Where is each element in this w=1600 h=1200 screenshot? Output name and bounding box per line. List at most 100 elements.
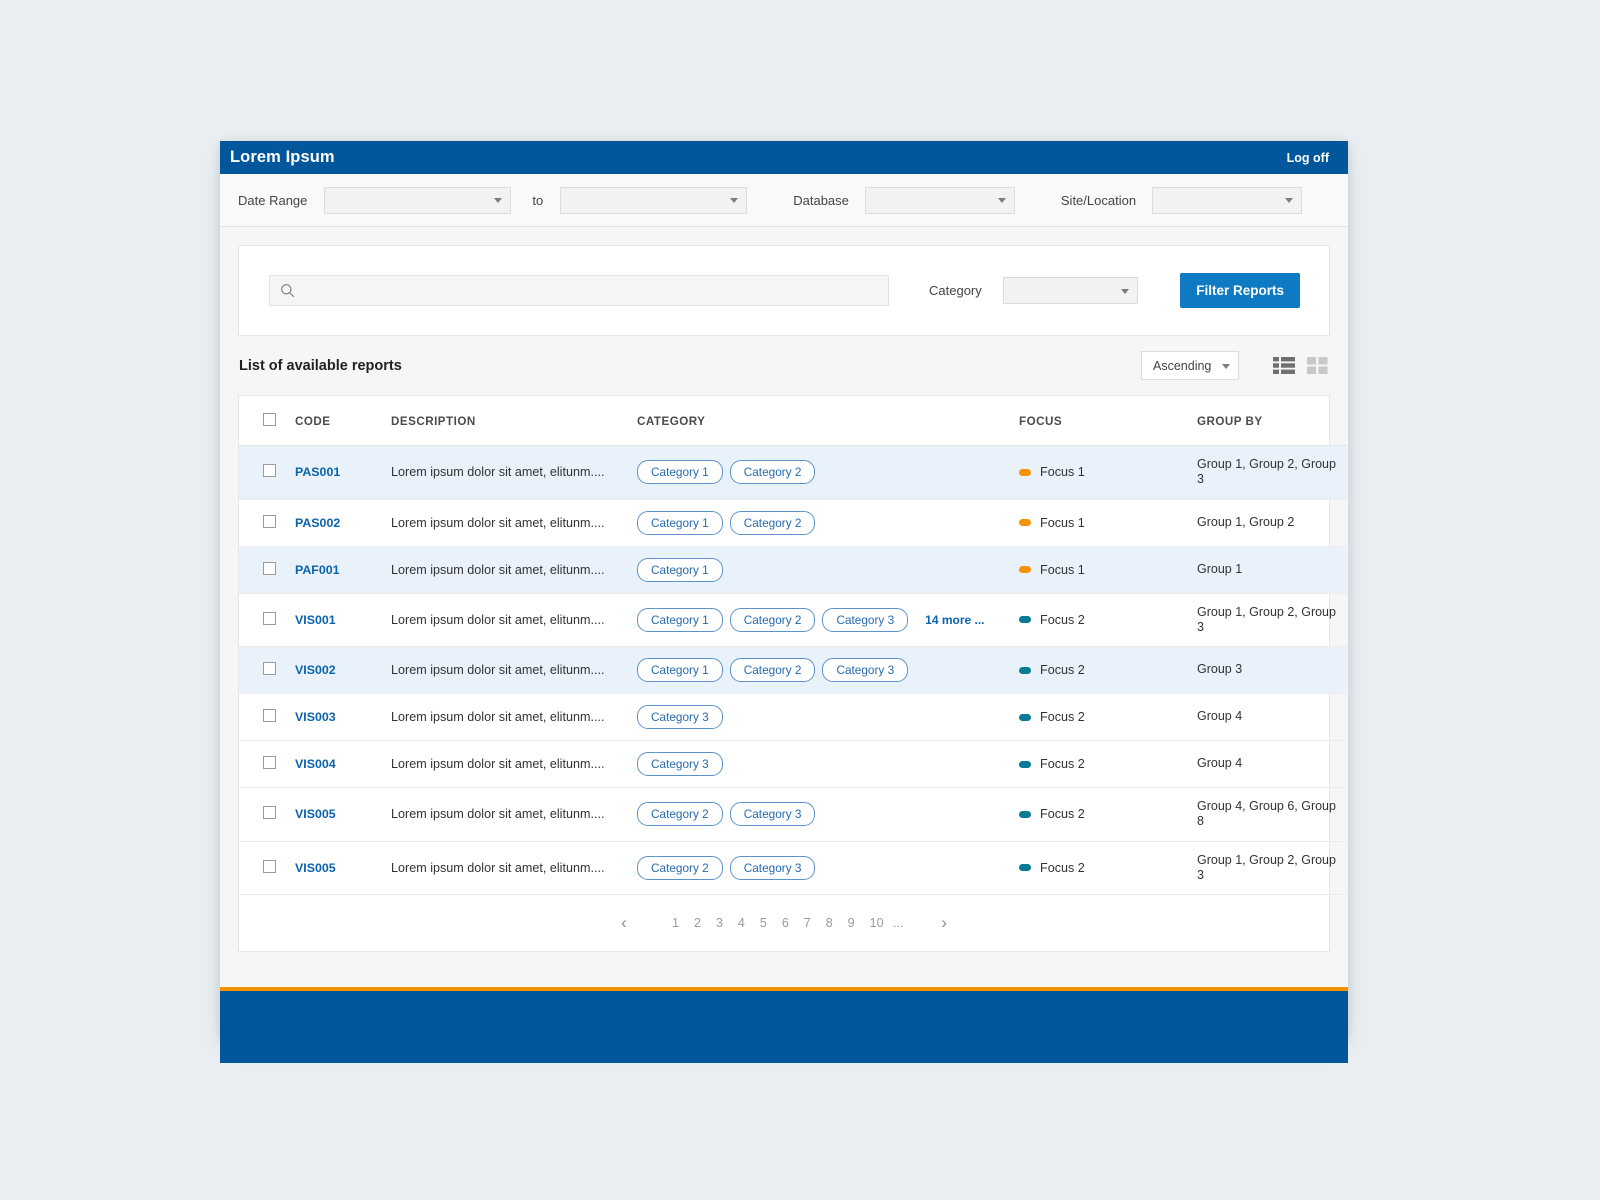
report-code-link[interactable]: VIS003 [295, 710, 336, 724]
pagination-page-3[interactable]: 3 [716, 916, 723, 930]
report-code-link[interactable]: VIS004 [295, 757, 336, 771]
focus-status-icon [1019, 864, 1031, 872]
row-description-cell: Lorem ipsum dolor sit amet, elitunm.... [391, 740, 637, 788]
row-group-by-cell: Group 4 [1197, 740, 1347, 788]
category-pill[interactable]: Category 1 [637, 658, 723, 682]
table-row[interactable]: VIS005 Lorem ipsum dolor sit amet, elitun… [239, 841, 1347, 895]
column-header-category[interactable]: CATEGORY [637, 396, 1019, 446]
row-checkbox[interactable] [263, 709, 276, 722]
category-pill[interactable]: Category 2 [637, 802, 723, 827]
row-checkbox[interactable] [263, 464, 276, 478]
date-to-label: to [532, 192, 544, 208]
pagination-page-4[interactable]: 4 [738, 916, 745, 930]
filter-reports-button[interactable]: Filter Reports [1180, 273, 1300, 308]
category-pill[interactable]: Category 3 [729, 855, 816, 880]
log-off-link[interactable]: Log off [1287, 151, 1329, 165]
report-code-link[interactable]: VIS001 [295, 613, 336, 627]
row-focus-cell: Focus 2 [1019, 740, 1197, 788]
date-to-select[interactable] [560, 186, 748, 214]
category-pill[interactable]: Category 1 [637, 557, 723, 582]
row-checkbox[interactable] [263, 561, 276, 575]
pagination-page-9[interactable]: 9 [848, 916, 855, 930]
category-pill[interactable]: Category 1 [637, 460, 723, 485]
site-location-select[interactable] [1152, 186, 1303, 214]
focus-status-icon [1019, 810, 1031, 818]
table-row[interactable]: PAF001 Lorem ipsum dolor sit amet, elitun… [239, 546, 1347, 594]
row-select-cell [239, 593, 295, 647]
pagination-next-button[interactable]: › [941, 913, 947, 933]
pagination-prev-button[interactable]: ‹ [621, 913, 627, 933]
category-pill[interactable]: Category 1 [637, 510, 723, 535]
category-pill[interactable]: Category 2 [637, 855, 723, 880]
chevron-down-icon [1121, 288, 1130, 294]
search-box[interactable] [269, 275, 889, 306]
category-more-link[interactable]: 14 more ... [925, 613, 984, 627]
row-category-cell: Category 3 [637, 740, 1019, 788]
row-category-cell: Category 1 Category 2 [637, 499, 1019, 547]
view-mode-toggle [1261, 357, 1328, 374]
search-icon [281, 284, 295, 298]
category-pill[interactable]: Category 1 [637, 607, 723, 632]
table-row[interactable]: VIS003 Lorem ipsum dolor sit amet, elitun… [239, 693, 1347, 741]
sort-order-select[interactable]: Ascending [1141, 351, 1239, 380]
report-code-link[interactable]: VIS005 [295, 861, 336, 875]
category-pill[interactable]: Category 3 [822, 607, 909, 632]
table-row[interactable]: VIS002 Lorem ipsum dolor sit amet, elitun… [239, 646, 1347, 694]
report-description: Lorem ipsum dolor sit amet, elitunm.... [391, 663, 605, 677]
column-header-description[interactable]: DESCRIPTION [391, 396, 637, 446]
column-header-code[interactable]: CODE [295, 396, 391, 446]
report-code-link[interactable]: VIS002 [295, 663, 336, 677]
category-pill[interactable]: Category 3 [637, 752, 723, 776]
report-code-link[interactable]: VIS005 [295, 807, 336, 821]
report-code-link[interactable]: PAF001 [295, 563, 340, 577]
focus-status-icon [1019, 666, 1031, 674]
title-bar: Lorem Ipsum Log off [220, 141, 1348, 174]
column-header-focus[interactable]: FOCUS [1019, 396, 1197, 446]
focus-label: Focus 2 [1040, 612, 1085, 627]
category-pill[interactable]: Category 2 [729, 658, 816, 682]
select-all-checkbox[interactable] [263, 413, 276, 426]
date-from-select[interactable] [324, 186, 512, 214]
category-pill[interactable]: Category 2 [729, 460, 816, 485]
report-code-link[interactable]: PAS002 [295, 516, 340, 530]
category-pill[interactable]: Category 2 [729, 510, 816, 535]
row-checkbox[interactable] [263, 806, 276, 820]
grid-view-icon[interactable] [1307, 357, 1328, 374]
pagination-page-1[interactable]: 1 [672, 916, 679, 930]
pagination-page-5[interactable]: 5 [760, 916, 767, 930]
row-checkbox[interactable] [263, 514, 276, 528]
report-description: Lorem ipsum dolor sit amet, elitunm.... [391, 860, 605, 875]
pagination-page-8[interactable]: 8 [826, 916, 833, 930]
pagination: ‹ 1 2 3 4 5 6 7 8 9 10... › [239, 895, 1329, 951]
pagination-page-7[interactable]: 7 [804, 916, 811, 930]
list-view-icon[interactable] [1273, 357, 1295, 374]
pagination-page-10[interactable]: 10 [870, 916, 884, 930]
category-pill[interactable]: Category 2 [729, 607, 816, 632]
row-code-cell: PAS001 [295, 445, 391, 500]
category-pill[interactable]: Category 3 [729, 802, 816, 827]
focus-indicator-group: Focus 2 [1019, 710, 1197, 724]
column-header-group-by[interactable]: GROUP BY [1197, 396, 1347, 446]
database-select[interactable] [864, 186, 1015, 214]
row-checkbox[interactable] [263, 662, 276, 675]
row-checkbox[interactable] [263, 611, 276, 625]
table-row[interactable]: PAS002 Lorem ipsum dolor sit amet, elitun… [239, 499, 1347, 547]
pagination-page-6[interactable]: 6 [782, 916, 789, 930]
report-code-link[interactable]: PAS001 [295, 465, 340, 479]
category-pill[interactable]: Category 3 [822, 658, 909, 682]
table-row[interactable]: VIS004 Lorem ipsum dolor sit amet, elitun… [239, 740, 1347, 788]
pagination-page-2[interactable]: 2 [694, 916, 701, 930]
row-checkbox[interactable] [263, 859, 276, 873]
footer-bar [220, 987, 1348, 1063]
category-pill[interactable]: Category 3 [637, 705, 723, 729]
table-row[interactable]: VIS001 Lorem ipsum dolor sit amet, elitun… [239, 593, 1347, 647]
search-input[interactable] [303, 279, 843, 302]
app-title: Lorem Ipsum [230, 148, 335, 166]
table-row[interactable]: VIS005 Lorem ipsum dolor sit amet, elitun… [239, 787, 1347, 842]
row-description-cell: Lorem ipsum dolor sit amet, elitunm.... [391, 787, 637, 842]
table-row[interactable]: PAS001 Lorem ipsum dolor sit amet, elitun… [239, 445, 1347, 500]
report-description: Lorem ipsum dolor sit amet, elitunm.... [391, 465, 605, 480]
category-select[interactable] [1002, 277, 1139, 304]
row-checkbox[interactable] [263, 756, 276, 769]
main-content: Category Filter Reports List of availabl… [220, 227, 1348, 987]
